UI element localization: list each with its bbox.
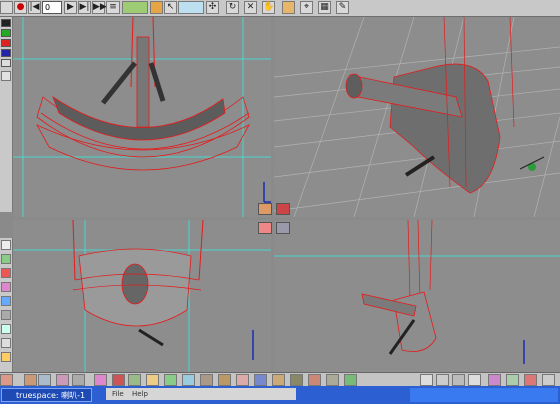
viewport-button-1[interactable] — [258, 203, 272, 215]
color-swatch-red[interactable] — [1, 39, 11, 47]
list-icon[interactable]: ≡ — [106, 1, 120, 14]
color-swatch-white[interactable] — [1, 59, 11, 67]
library-icon-4[interactable] — [56, 374, 69, 386]
rewind-icon[interactable]: |◀ — [28, 1, 41, 14]
library-icon-2[interactable] — [24, 374, 37, 386]
library-icon-28[interactable] — [542, 374, 555, 386]
cylinder-tool-icon[interactable] — [1, 310, 11, 320]
palette-tool-icon[interactable] — [1, 282, 11, 292]
left-toolbar-bottom — [0, 238, 13, 372]
deform-tool-icon[interactable] — [1, 254, 11, 264]
light-icon[interactable] — [282, 1, 295, 14]
library-icon-23[interactable] — [452, 374, 465, 386]
left-toolbar-top — [0, 17, 13, 212]
viewport-button-3[interactable] — [258, 222, 272, 234]
move-icon[interactable]: ✣ — [206, 1, 219, 14]
system-tray — [410, 388, 558, 402]
library-icon-6[interactable] — [94, 374, 107, 386]
menu-help[interactable]: Help — [132, 390, 148, 398]
library-icon-13[interactable] — [218, 374, 231, 386]
rotate-icon[interactable]: ↻ — [226, 1, 239, 14]
record-icon[interactable]: ● — [14, 1, 27, 14]
library-icon-3[interactable] — [38, 374, 51, 386]
color-swatch-green[interactable] — [1, 29, 11, 37]
library-icon-11[interactable] — [182, 374, 195, 386]
scene-icon[interactable]: ▦ — [318, 1, 331, 14]
viewport-front[interactable] — [13, 17, 271, 217]
toggle-icon[interactable] — [178, 1, 204, 14]
view-mode-icon[interactable] — [1, 71, 11, 81]
object-tool-icon[interactable] — [122, 1, 148, 14]
viewport-side[interactable] — [274, 220, 560, 372]
viewport-top[interactable] — [13, 220, 271, 372]
viewport-button-4[interactable] — [276, 222, 290, 234]
library-icon-21[interactable] — [420, 374, 433, 386]
library-icon-22[interactable] — [436, 374, 449, 386]
library-icon-9[interactable] — [146, 374, 159, 386]
window-icon[interactable] — [0, 1, 13, 14]
library-toolbar — [0, 372, 560, 387]
camera-icon[interactable]: ⌖ — [300, 1, 313, 14]
library-icon-7[interactable] — [112, 374, 125, 386]
library-icon-14[interactable] — [236, 374, 249, 386]
grid-tool-icon[interactable] — [1, 240, 11, 250]
eraser-icon[interactable]: ✎ — [336, 1, 349, 14]
menu-bar: File Help — [106, 388, 296, 400]
library-icon-26[interactable] — [506, 374, 519, 386]
menu-file[interactable]: File — [112, 390, 124, 398]
scale-icon[interactable]: ✕ — [244, 1, 257, 14]
render-tool-icon[interactable] — [1, 296, 11, 306]
library-icon-18[interactable] — [308, 374, 321, 386]
viewport-perspective[interactable] — [274, 17, 560, 217]
library-icon-5[interactable] — [72, 374, 85, 386]
library-icon-27[interactable] — [524, 374, 537, 386]
library-icon-25[interactable] — [488, 374, 501, 386]
library-icon-15[interactable] — [254, 374, 267, 386]
arrow-tool-icon[interactable] — [1, 338, 11, 348]
select-icon[interactable]: ↖ — [164, 1, 177, 14]
library-icon-19[interactable] — [326, 374, 339, 386]
end-icon[interactable]: ▶▶ — [92, 1, 107, 14]
paint-icon[interactable] — [150, 1, 163, 14]
library-icon-1[interactable] — [0, 374, 13, 386]
bridge-tool-icon[interactable] — [1, 352, 11, 362]
sweep-tool-icon[interactable] — [1, 324, 11, 334]
color-swatch-blue[interactable] — [1, 49, 11, 57]
library-icon-8[interactable] — [128, 374, 141, 386]
library-icon-24[interactable] — [468, 374, 481, 386]
main-toolbar: ● |◀ 0 ▶ ▶| ▶▶ ≡ ↖ ✣ ↻ ✕ ✋ ⌖ ▦ ✎ — [0, 0, 560, 17]
library-icon-12[interactable] — [200, 374, 213, 386]
library-icon-16[interactable] — [272, 374, 285, 386]
forward-icon[interactable]: ▶| — [78, 1, 91, 14]
play-icon[interactable]: ▶ — [64, 1, 77, 14]
color-swatch-black[interactable] — [1, 19, 11, 27]
material-tool-icon[interactable] — [1, 268, 11, 278]
library-icon-10[interactable] — [164, 374, 177, 386]
library-icon-17[interactable] — [290, 374, 303, 386]
hand-icon[interactable]: ✋ — [262, 1, 275, 14]
frame-number-field[interactable]: 0 — [42, 1, 62, 14]
viewport-button-2[interactable] — [276, 203, 290, 215]
library-icon-20[interactable] — [344, 374, 357, 386]
taskbar-app-button[interactable]: truespace: 喇叭-1 — [1, 388, 93, 402]
